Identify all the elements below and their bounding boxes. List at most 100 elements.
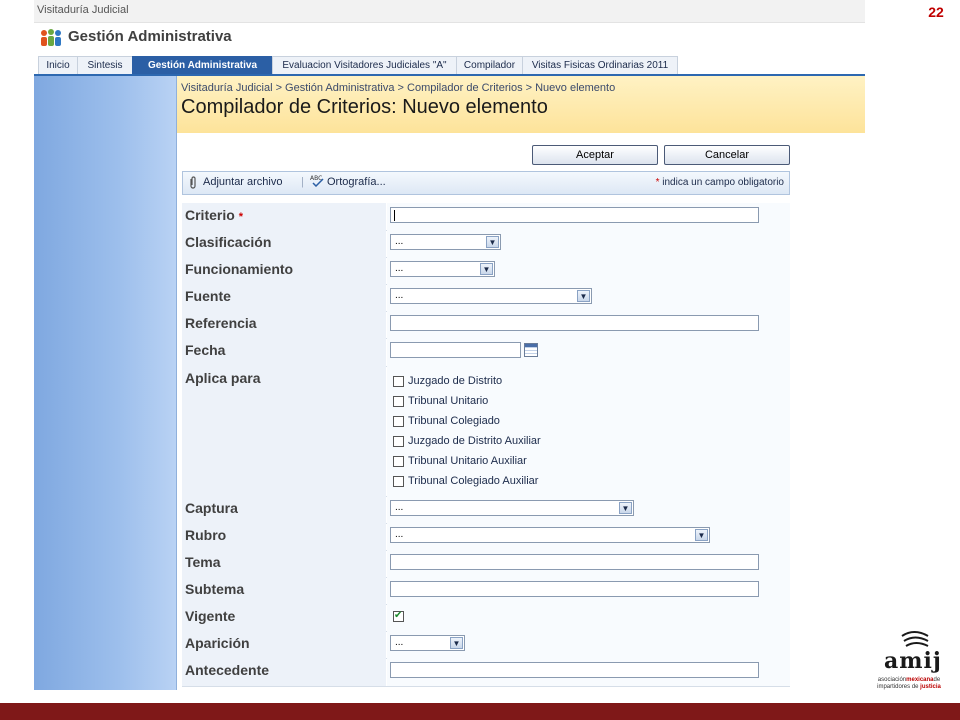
checkbox[interactable]	[393, 396, 404, 407]
row-rubro: Rubro ... ▼	[182, 523, 790, 551]
people-logo-icon	[41, 29, 61, 46]
app-title: Gestión Administrativa	[68, 28, 232, 45]
antecedente-label: Antecedente	[185, 662, 270, 678]
row-aplica-para: Aplica para Juzgado de Distrito Tribunal…	[182, 366, 790, 497]
amij-tagline-1-highlight: mexicana	[906, 677, 934, 683]
amij-tagline-2-prefix: impartidores	[877, 684, 911, 690]
fecha-input[interactable]	[390, 342, 521, 358]
site-name-link[interactable]: Visitaduría Judicial	[37, 4, 129, 16]
referencia-label: Referencia	[185, 315, 257, 331]
chevron-down-icon[interactable]: ▼	[619, 502, 632, 514]
referencia-input[interactable]	[390, 315, 759, 331]
checkbox-label: Tribunal Unitario	[408, 395, 489, 407]
chevron-down-icon[interactable]: ▼	[450, 637, 463, 649]
footer-bar	[0, 703, 960, 720]
tab-visitas-fisicas[interactable]: Visitas Fisicas Ordinarias 2011	[522, 56, 678, 74]
tab-evaluacion-visitadores[interactable]: Evaluacion Visitadores Judiciales "A"	[272, 56, 457, 74]
amij-tagline-2-highlight: justicia	[920, 684, 941, 690]
left-navigation-panel	[34, 76, 177, 690]
subtema-label: Subtema	[185, 581, 245, 597]
new-item-form: Aceptar Cancelar Adjuntar archivo | ABC …	[177, 133, 865, 690]
tab-compilador[interactable]: Compilador	[456, 56, 523, 74]
amij-tagline-1-suffix: de	[933, 677, 941, 683]
tema-label: Tema	[185, 554, 221, 570]
checkbox[interactable]	[393, 476, 404, 487]
checkbox[interactable]	[393, 436, 404, 447]
amij-tagline-1: asociaciónmexicanade	[864, 677, 954, 683]
form-toolbar: Adjuntar archivo | ABC Ortografía... * i…	[182, 171, 790, 195]
amij-wordmark: amij	[884, 648, 942, 674]
amij-tagline-2-mid: de	[911, 684, 919, 690]
row-clasificacion: Clasificación ... ▼	[182, 230, 790, 258]
criterio-input[interactable]	[390, 207, 759, 223]
chevron-down-icon[interactable]: ▼	[480, 263, 493, 275]
cancel-button[interactable]: Cancelar	[664, 145, 790, 165]
aplica-para-label: Aplica para	[185, 370, 261, 386]
checkbox[interactable]	[393, 456, 404, 467]
attach-file-link[interactable]: Adjuntar archivo	[203, 176, 283, 188]
row-tema: Tema	[182, 550, 790, 578]
chevron-down-icon[interactable]: ▼	[577, 290, 590, 302]
breadcrumb[interactable]: Visitaduría Judicial > Gestión Administr…	[181, 82, 615, 94]
chevron-down-icon[interactable]: ▼	[486, 236, 499, 248]
aparicion-value: ...	[395, 637, 404, 648]
rubro-value: ...	[395, 529, 404, 540]
funcionamiento-value: ...	[395, 263, 404, 274]
criterio-label: Criterio *	[185, 207, 243, 223]
row-antecedente: Antecedente	[182, 658, 790, 687]
page-header: Visitaduría Judicial > Gestión Administr…	[177, 76, 865, 133]
accept-button[interactable]: Aceptar	[532, 145, 658, 165]
sharepoint-window: Visitaduría Judicial Gestión Administrat…	[34, 0, 865, 690]
row-vigente: Vigente	[182, 604, 790, 632]
required-star: *	[238, 211, 243, 223]
chevron-down-icon[interactable]: ▼	[695, 529, 708, 541]
captura-select[interactable]: ... ▼	[390, 500, 634, 516]
row-fuente: Fuente ... ▼	[182, 284, 790, 312]
row-referencia: Referencia	[182, 311, 790, 339]
spelling-link[interactable]: Ortografía...	[327, 176, 386, 188]
vigente-checkbox[interactable]	[393, 610, 404, 622]
row-fecha: Fecha	[182, 338, 790, 367]
clasificacion-label: Clasificación	[185, 234, 272, 250]
top-nav-tabs: Inicio Sintesis Gestión Administrativa E…	[34, 56, 865, 76]
text-cursor	[394, 210, 395, 221]
aparicion-select[interactable]: ... ▼	[390, 635, 465, 651]
fuente-label: Fuente	[185, 288, 231, 304]
rubro-select[interactable]: ... ▼	[390, 527, 710, 543]
checkbox[interactable]	[393, 416, 404, 427]
checkbox-label: Juzgado de Distrito	[408, 375, 503, 387]
funcionamiento-select[interactable]: ... ▼	[390, 261, 495, 277]
checkbox-label: Tribunal Colegiado	[408, 415, 500, 427]
antecedente-input[interactable]	[390, 662, 759, 678]
row-captura: Captura ... ▼	[182, 496, 790, 524]
required-field-note: * indica un campo obligatorio	[656, 177, 784, 188]
clasificacion-select[interactable]: ... ▼	[390, 234, 501, 250]
row-funcionamiento: Funcionamiento ... ▼	[182, 257, 790, 285]
calendar-icon[interactable]	[524, 343, 538, 357]
toolbar-separator: |	[301, 176, 304, 188]
criterio-label-text: Criterio	[185, 207, 235, 223]
subtema-input[interactable]	[390, 581, 759, 597]
amij-tagline-1-prefix: asociación	[877, 677, 907, 683]
tab-inicio[interactable]: Inicio	[38, 56, 78, 74]
page-title: Compilador de Criterios: Nuevo elemento	[181, 96, 548, 118]
clasificacion-value: ...	[395, 236, 404, 247]
spellcheck-icon[interactable]: ABC	[310, 174, 325, 187]
aparicion-label: Aparición	[185, 635, 250, 651]
tab-sintesis[interactable]: Sintesis	[77, 56, 133, 74]
app-header: Gestión Administrativa	[34, 24, 865, 54]
fecha-label: Fecha	[185, 342, 226, 358]
checkbox[interactable]	[393, 376, 404, 387]
tab-gestion-administrativa[interactable]: Gestión Administrativa	[132, 56, 273, 74]
funcionamiento-label: Funcionamiento	[185, 261, 294, 277]
paperclip-icon[interactable]	[189, 176, 197, 189]
tema-input[interactable]	[390, 554, 759, 570]
checkbox-label: Juzgado de Distrito Auxiliar	[408, 435, 541, 447]
fuente-select[interactable]: ... ▼	[390, 288, 592, 304]
rubro-label: Rubro	[185, 527, 227, 543]
row-aparicion: Aparición ... ▼	[182, 631, 790, 659]
row-subtema: Subtema	[182, 577, 790, 605]
captura-value: ...	[395, 502, 404, 513]
slide-number: 22	[928, 4, 944, 20]
required-star: *	[655, 177, 660, 188]
